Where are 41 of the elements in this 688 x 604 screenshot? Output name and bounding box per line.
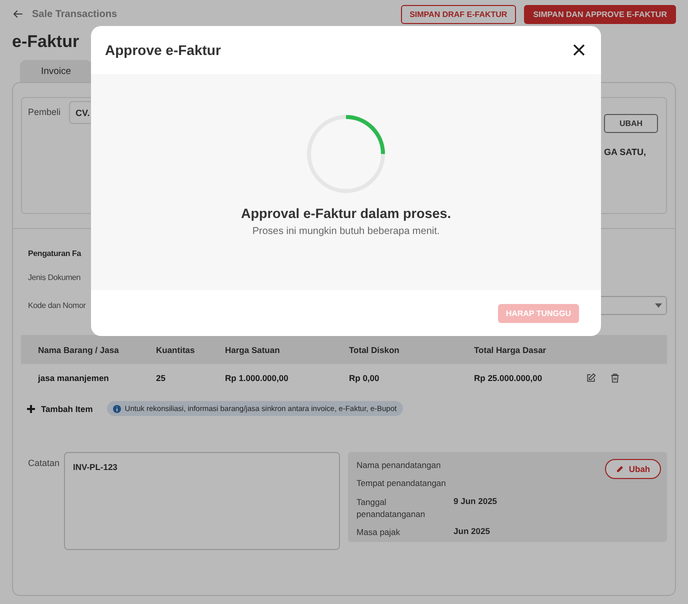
section-title: Pengaturan Fa [28, 249, 81, 260]
add-item-button[interactable]: Tambah Item [27, 404, 93, 414]
close-button[interactable] [571, 42, 587, 58]
table-cell-text: 25 [156, 372, 166, 382]
info-icon [112, 404, 121, 412]
edit-signer-button[interactable]: Ubah [605, 459, 661, 479]
column-header: Harga Satuan [225, 344, 281, 354]
table-cell-text: jasa mananjemen [38, 372, 110, 382]
save-draft-button[interactable]: SIMPAN DRAF E-FAKTUR [400, 4, 516, 24]
table-cell-text: Rp 0,00 [349, 372, 380, 382]
plus-icon [27, 404, 35, 412]
field-label: Kode dan Nomor [28, 300, 86, 310]
notes-field[interactable]: INV-PL-123 [64, 452, 340, 550]
signer-label: Nama penandatangan [356, 459, 442, 472]
page-title: e-Faktur [11, 31, 80, 53]
column-header: Total Diskon [349, 344, 400, 354]
status-message: Proses ini mungkin butuh beberapa menit. [252, 226, 440, 237]
tab[interactable]: Invoice [20, 60, 92, 82]
signer-value: Jun 2025 [454, 526, 491, 538]
save-approve-button[interactable]: SIMPAN DAN APPROVE E-FAKTUR [524, 4, 676, 24]
table-cell-text: Rp 1.000.000,00 [225, 372, 290, 382]
signer-label: Tempat penandatangan [356, 477, 447, 490]
change-button[interactable]: UBAH [604, 114, 658, 133]
column-header: Kuantitas [156, 344, 196, 354]
signer-label: Tanggal penandatanganan [356, 496, 426, 520]
signer-label: Masa pajak [356, 526, 402, 539]
loading-spinner-icon [306, 114, 386, 194]
field-label: Pembeli [28, 106, 61, 117]
column-header: Nama Barang / Jasa [38, 344, 120, 354]
address-text: GA SATU, [604, 147, 647, 157]
chevron-down-icon [655, 302, 662, 308]
edit-icon[interactable] [586, 372, 596, 382]
status-heading: Approval e-Faktur dalam proses. [240, 206, 452, 221]
table-cell-text: Rp 25.000.000,00 [474, 372, 544, 382]
column-header: Total Harga Dasar [474, 344, 548, 354]
back-arrow-icon [12, 8, 24, 20]
signer-value: 9 Jun 2025 [454, 496, 498, 508]
trash-icon[interactable] [610, 372, 620, 382]
pencil-icon [616, 465, 624, 473]
field-label: Jenis Dokumen [28, 272, 81, 282]
dialog-title: Approve e-Faktur [105, 42, 221, 58]
